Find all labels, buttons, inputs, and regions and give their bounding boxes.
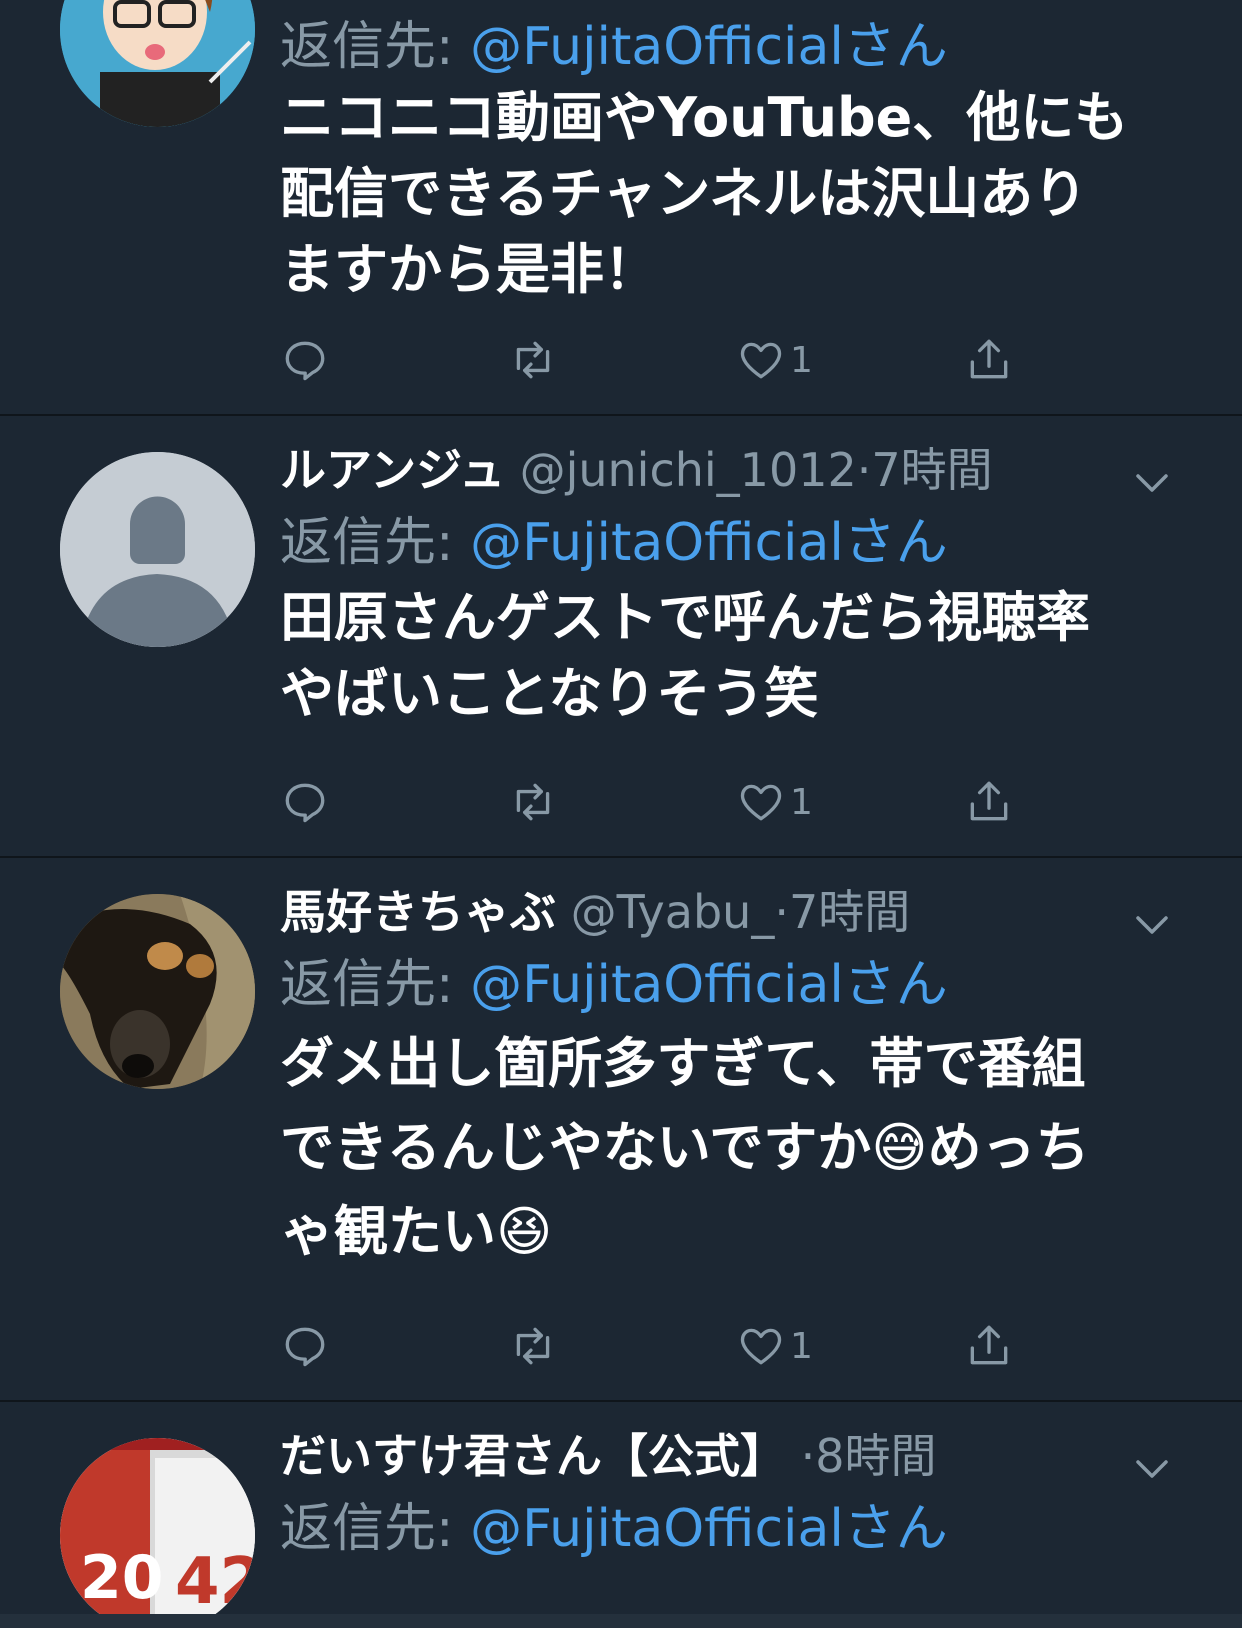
like-button[interactable]: 1 [736,774,813,830]
tweet-header: 馬好きちゃぶ @Tyabu_·7時間 [280,876,910,942]
heart-icon [740,784,782,821]
reply-to-link[interactable]: @FujitaOfficialさん [470,1499,948,1559]
avatar[interactable] [60,894,255,1089]
tweet-actions: 1 [280,774,1060,830]
svg-text:20: 20 [80,1543,164,1613]
bottom-bar [0,1614,1242,1628]
display-name[interactable]: 馬好きちゃぶ [280,885,556,939]
tweet-actions: 1 [280,332,1060,388]
retweet-button[interactable] [508,332,558,388]
reply-to-line: 返信先: @FujitaOfficialさん [280,4,948,79]
heart-icon [740,342,782,379]
retweet-button[interactable] [508,774,558,830]
like-count: 1 [790,339,813,381]
chevron-down-icon[interactable] [1132,468,1172,498]
reply-button[interactable] [280,1318,330,1374]
reply-icon [285,783,325,823]
jersey-avatar-icon: 20 42 [60,1438,255,1628]
tweet-item[interactable]: ルアンジュ @junichi_1012·7時間 返信先: @FujitaOffi… [0,416,1242,858]
default-avatar-icon [60,452,255,647]
avatar[interactable] [60,0,255,127]
tweet-actions: 1 [280,1318,1060,1374]
reply-icon [285,341,325,381]
tweet-item[interactable]: 20 42 だいすけ君さん【公式】 ·8時間 返信先: @FujitaOffic… [0,1402,1242,1628]
tweet-time: ·7時間 [774,885,911,939]
display-name[interactable]: ルアンジュ [280,443,505,497]
avatar[interactable] [60,452,255,647]
retweet-icon [516,783,550,821]
heart-icon [740,1328,782,1365]
like-count: 1 [790,1325,813,1367]
avatar-cartoon-icon [60,0,255,127]
avatar[interactable]: 20 42 [60,1438,255,1628]
share-icon [970,781,1008,821]
tweet-text: ダメ出し箇所多すぎて、帯で番組 できるんじやないですか😅めっち ゃ観たい😆 [280,1032,1090,1263]
reply-to-link[interactable]: @FujitaOfficialさん [470,513,948,573]
reply-label: 返信先: [280,17,454,77]
tweet-header: ルアンジュ @junichi_1012·7時間 [280,434,993,500]
tweet-text: 田原さんゲストで呼んだら視聴率 やばいことなりそう笑 [280,586,1090,725]
reply-to-line: 返信先: @FujitaOfficialさん [280,500,948,575]
display-name[interactable]: だいすけ君さん【公式】 [280,1429,786,1483]
like-count: 1 [790,781,813,823]
tweet-text: ニコニコ動画やYouTube、他にも 配信できるチャンネルは沢山あり ますから是… [280,86,1129,301]
tweet-time: ·8時間 [800,1429,937,1483]
svg-text:42: 42 [175,1545,255,1619]
retweet-button[interactable] [508,1318,558,1374]
tweet-time: ·7時間 [856,443,993,497]
share-button[interactable] [964,774,1014,830]
reply-button[interactable] [280,774,330,830]
retweet-icon [516,1327,550,1365]
share-button[interactable] [964,1318,1014,1374]
share-icon [970,339,1008,379]
reply-to-link[interactable]: @FujitaOfficialさん [470,955,948,1015]
reply-label: 返信先: [280,955,454,1015]
share-icon [970,1325,1008,1365]
tweet-item[interactable]: 返信先: @FujitaOfficialさん ニコニコ動画やYouTube、他に… [0,0,1242,416]
like-button[interactable]: 1 [736,332,813,388]
reply-to-link[interactable]: @FujitaOfficialさん [470,17,948,77]
chevron-down-icon[interactable] [1132,910,1172,940]
reply-icon [285,1327,325,1367]
chevron-down-icon[interactable] [1132,1454,1172,1484]
reply-button[interactable] [280,332,330,388]
share-button[interactable] [964,332,1014,388]
reply-to-line: 返信先: @FujitaOfficialさん [280,942,948,1017]
dog-avatar-icon [60,894,255,1089]
user-handle[interactable]: @junichi_1012 [520,443,857,497]
tweet-header: だいすけ君さん【公式】 ·8時間 [280,1420,937,1486]
user-handle[interactable]: @Tyabu_ [571,885,775,939]
reply-label: 返信先: [280,513,454,573]
like-button[interactable]: 1 [736,1318,813,1374]
reply-label: 返信先: [280,1499,454,1559]
reply-to-line: 返信先: @FujitaOfficialさん [280,1486,948,1561]
retweet-icon [516,341,550,379]
tweet-item[interactable]: 馬好きちゃぶ @Tyabu_·7時間 返信先: @FujitaOfficialさ… [0,858,1242,1402]
